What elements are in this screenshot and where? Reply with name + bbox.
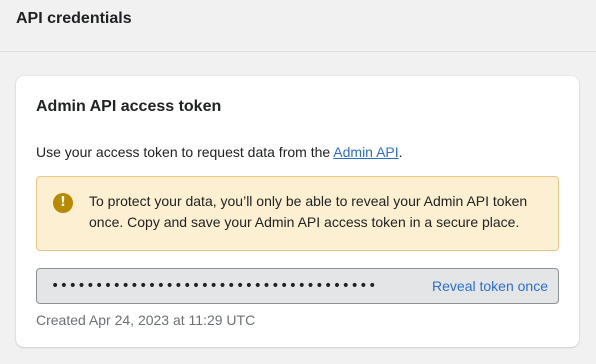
card-title: Admin API access token bbox=[36, 98, 222, 115]
page-header: API credentials bbox=[0, 0, 596, 52]
reveal-token-button[interactable]: Reveal token once bbox=[432, 277, 548, 295]
description-suffix: . bbox=[398, 144, 403, 160]
exclamation-icon: ! bbox=[53, 193, 73, 213]
masked-token-value: ••••••••••••••••••••••••••••••••••••• bbox=[51, 278, 377, 294]
created-timestamp: Created Apr 24, 2023 at 11:29 UTC bbox=[36, 312, 256, 328]
banner-text: To protect your data, you’ll only be abl… bbox=[89, 193, 528, 230]
card-description: Use your access token to request data fr… bbox=[36, 143, 403, 161]
warning-banner: ! To protect your data, you’ll only be a… bbox=[36, 176, 559, 251]
description-prefix: Use your access token to request data fr… bbox=[36, 144, 334, 160]
token-field: ••••••••••••••••••••••••••••••••••••• Re… bbox=[36, 268, 559, 304]
admin-api-link[interactable]: Admin API bbox=[333, 144, 398, 160]
admin-api-token-card: Admin API access token Use your access t… bbox=[16, 76, 579, 347]
page-title: API credentials bbox=[16, 10, 132, 27]
